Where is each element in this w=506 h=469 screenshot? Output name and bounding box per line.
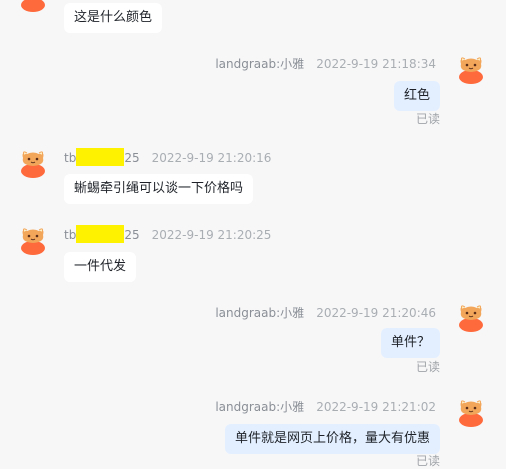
sender-name: tb 25 xyxy=(64,148,140,166)
message-meta: tb 25 2022-9-19 21:20:16 xyxy=(64,148,271,166)
read-status: 已读 xyxy=(415,454,440,468)
message-meta: tb 25 2022-9-19 21:20:25 xyxy=(64,225,271,243)
message-meta: landgraab:小雅 2022-9-19 21:18:34 xyxy=(215,55,436,72)
message-bubble: 一件代发 xyxy=(64,252,137,282)
message-time: 2022-9-19 21:18:34 xyxy=(316,57,436,71)
read-status: 已读 xyxy=(415,112,440,126)
message-time: 2022-9-19 21:20:16 xyxy=(151,151,272,165)
avatar xyxy=(18,225,48,255)
avatar xyxy=(456,54,486,84)
sender-name: tb 25 xyxy=(64,225,140,243)
message-meta: landgraab:小雅 2022-9-19 21:20:46 xyxy=(215,304,436,321)
avatar xyxy=(18,148,48,178)
message-bubble: 这是什么颜色 xyxy=(64,3,163,33)
message-bubble: 蜥蜴牵引绳可以谈一下价格吗 xyxy=(64,174,254,204)
message-bubble: 红色 xyxy=(393,81,440,111)
redaction-mark xyxy=(76,225,125,243)
sender-name: landgraab:小雅 xyxy=(215,400,305,414)
sender-name: landgraab:小雅 xyxy=(215,306,305,320)
message-time: 2022-9-19 21:20:46 xyxy=(316,306,436,320)
message-bubble: 单件就是网页上价格，量大有优惠 xyxy=(224,424,440,454)
avatar xyxy=(456,302,486,332)
avatar xyxy=(456,397,486,427)
avatar xyxy=(18,0,48,12)
read-status: 已读 xyxy=(415,360,440,374)
message-bubble: 单件？ xyxy=(380,328,440,358)
message-time: 2022-9-19 21:20:25 xyxy=(151,228,272,242)
message-time: 2022-9-19 21:21:02 xyxy=(316,400,436,414)
sender-name: landgraab:小雅 xyxy=(215,57,305,71)
message-meta: landgraab:小雅 2022-9-19 21:21:02 xyxy=(215,398,436,415)
redaction-mark xyxy=(76,148,125,166)
